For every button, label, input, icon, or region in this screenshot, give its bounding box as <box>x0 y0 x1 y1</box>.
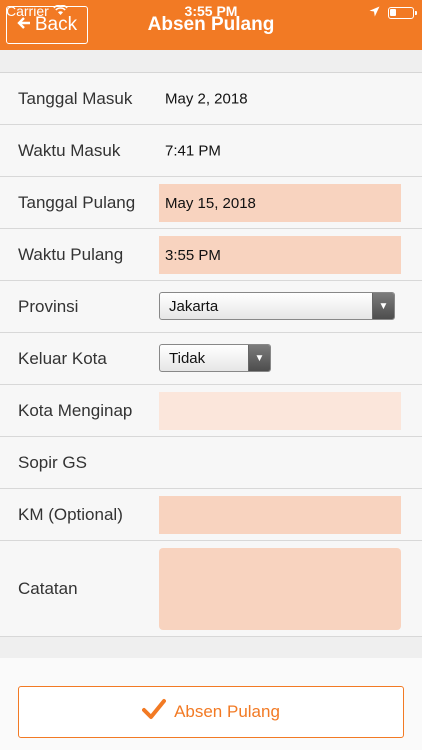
tanggal-pulang-label: Tanggal Pulang <box>18 192 136 212</box>
provinsi-select[interactable]: Jakarta ▼ <box>159 292 395 320</box>
catatan-textarea[interactable] <box>159 548 401 630</box>
row-tanggal-pulang: Tanggal Pulang May 15, 2018 <box>0 177 422 229</box>
waktu-masuk-label: Waktu Masuk <box>18 140 121 160</box>
row-tanggal-masuk: Tanggal Masuk May 2, 2018 <box>0 73 422 125</box>
km-field[interactable] <box>159 496 401 534</box>
row-kota-menginap: Kota Menginap <box>0 385 422 437</box>
row-sopir-gs: Sopir GS <box>0 437 422 489</box>
dropdown-caret-icon: ▼ <box>372 293 394 319</box>
row-waktu-pulang: Waktu Pulang 3:55 PM <box>0 229 422 281</box>
absen-pulang-button[interactable]: Absen Pulang <box>18 686 404 738</box>
tanggal-masuk-label: Tanggal Masuk <box>18 88 133 108</box>
kota-menginap-field[interactable] <box>159 392 401 430</box>
keluar-kota-select[interactable]: Tidak ▼ <box>159 344 271 372</box>
dropdown-caret-icon: ▼ <box>248 345 270 371</box>
provinsi-label: Provinsi <box>18 296 79 316</box>
tanggal-pulang-field[interactable]: May 15, 2018 <box>159 184 401 222</box>
tanggal-masuk-value: May 2, 2018 <box>165 90 248 107</box>
row-provinsi: Provinsi Jakarta ▼ <box>0 281 422 333</box>
kota-menginap-label: Kota Menginap <box>18 400 133 420</box>
keluar-kota-value: Tidak <box>169 349 206 367</box>
navigation-bar: Carrier 3:55 PM Back Absen Pulang <box>0 0 422 50</box>
waktu-pulang-field[interactable]: 3:55 PM <box>159 236 401 274</box>
row-waktu-masuk: Waktu Masuk 7:41 PM <box>0 125 422 177</box>
waktu-pulang-label: Waktu Pulang <box>18 244 124 264</box>
row-catatan: Catatan <box>0 541 422 637</box>
row-keluar-kota: Keluar Kota Tidak ▼ <box>0 333 422 385</box>
checkmark-icon <box>142 698 167 727</box>
row-km: KM (Optional) <box>0 489 422 541</box>
absen-pulang-label: Absen Pulang <box>174 702 280 721</box>
catatan-label: Catatan <box>18 578 78 598</box>
sopir-gs-label: Sopir GS <box>18 452 87 472</box>
provinsi-value: Jakarta <box>169 297 219 315</box>
page-title: Absen Pulang <box>147 14 275 35</box>
km-label: KM (Optional) <box>18 504 123 524</box>
absen-form: Tanggal Masuk May 2, 2018 Waktu Masuk 7:… <box>0 72 422 637</box>
waktu-masuk-value: 7:41 PM <box>165 142 221 159</box>
keluar-kota-label: Keluar Kota <box>18 348 107 368</box>
